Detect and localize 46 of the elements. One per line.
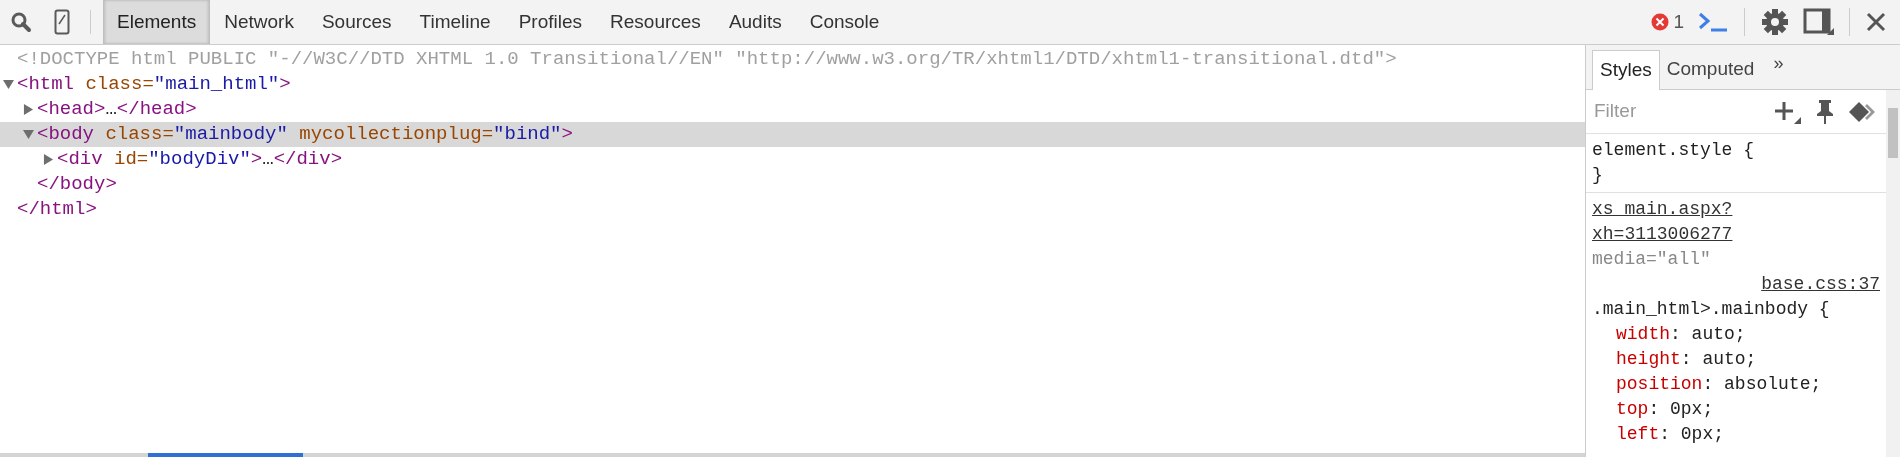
panel-tab[interactable]: Elements <box>103 0 211 44</box>
css-property: height: auto; <box>1615 348 1758 371</box>
sidebar-tab[interactable]: Styles <box>1592 50 1660 90</box>
html-tag: </body> <box>37 172 117 197</box>
closing-brace: } <box>1592 164 1604 187</box>
panel-tab[interactable]: Profiles <box>504 0 597 44</box>
media-query: media="all" <box>1592 248 1712 271</box>
mobile-device-icon[interactable] <box>54 9 70 35</box>
close-icon[interactable] <box>1866 12 1886 32</box>
error-count[interactable]: 1 <box>1673 7 1684 37</box>
html-tag[interactable]: <div id="bodyDiv">…</div> <box>57 147 343 172</box>
panel-tab[interactable]: Resources <box>596 0 715 44</box>
sidebar-tab[interactable]: Computed <box>1659 49 1762 89</box>
pin-icon[interactable] <box>1816 98 1834 125</box>
panel-tab[interactable]: Timeline <box>405 0 505 44</box>
dock-side-icon[interactable] <box>1803 8 1835 36</box>
console-prompt-icon[interactable] <box>1698 11 1728 33</box>
css-property: width: auto; <box>1615 323 1747 346</box>
source-link[interactable]: xs_main.aspx?xh=3113006277 <box>1592 197 1733 247</box>
css-property: left: 0px; <box>1615 423 1726 446</box>
panel-tab[interactable]: Network <box>210 0 308 44</box>
panel-tab[interactable]: Console <box>795 0 894 44</box>
collapsed-triangle-icon[interactable] <box>43 154 54 165</box>
element-state-icon[interactable] <box>1848 100 1878 123</box>
css-property: top: 0px; <box>1615 398 1715 421</box>
expanded-triangle-icon[interactable] <box>3 79 14 90</box>
html-tag[interactable]: <html class="main_html"> <box>17 72 291 97</box>
html-tag[interactable]: <body class="mainbody" mycollectionplug="bind"> <box>37 122 573 147</box>
more-tabs-button[interactable]: » <box>1773 50 1784 77</box>
panel-tab[interactable]: Sources <box>307 0 406 44</box>
css-selector: element.style { <box>1592 139 1756 162</box>
panel-tab[interactable]: Audits <box>714 0 796 44</box>
html-tag[interactable]: <head>…</head> <box>37 97 197 122</box>
css-property: position: absolute; <box>1615 373 1823 396</box>
error-icon[interactable] <box>1651 13 1670 31</box>
collapsed-triangle-icon[interactable] <box>23 104 34 115</box>
file-link[interactable]: base.css:37 <box>1761 272 1880 297</box>
scrollbar-thumb[interactable] <box>1888 108 1898 158</box>
css-selector: .main_html>.mainbody { <box>1592 298 1831 321</box>
expanded-triangle-icon[interactable] <box>23 129 34 140</box>
selected-row[interactable]: <body class="mainbody" mycollectionplug="bind"> <box>0 122 1585 147</box>
search-icon[interactable] <box>10 11 32 33</box>
scrollbar-thumb[interactable] <box>148 453 303 457</box>
filter-field[interactable]: Filter <box>1594 97 1774 126</box>
doctype-text: <!DOCTYPE html PUBLIC "-//W3C//DTD XHTML 1.0 Transitional//EN" "http://www.w3.org/TR/xhtml1/DTD/xhtml1-transitional.dtd"> <box>17 47 1397 72</box>
html-tag: </html> <box>17 197 97 222</box>
